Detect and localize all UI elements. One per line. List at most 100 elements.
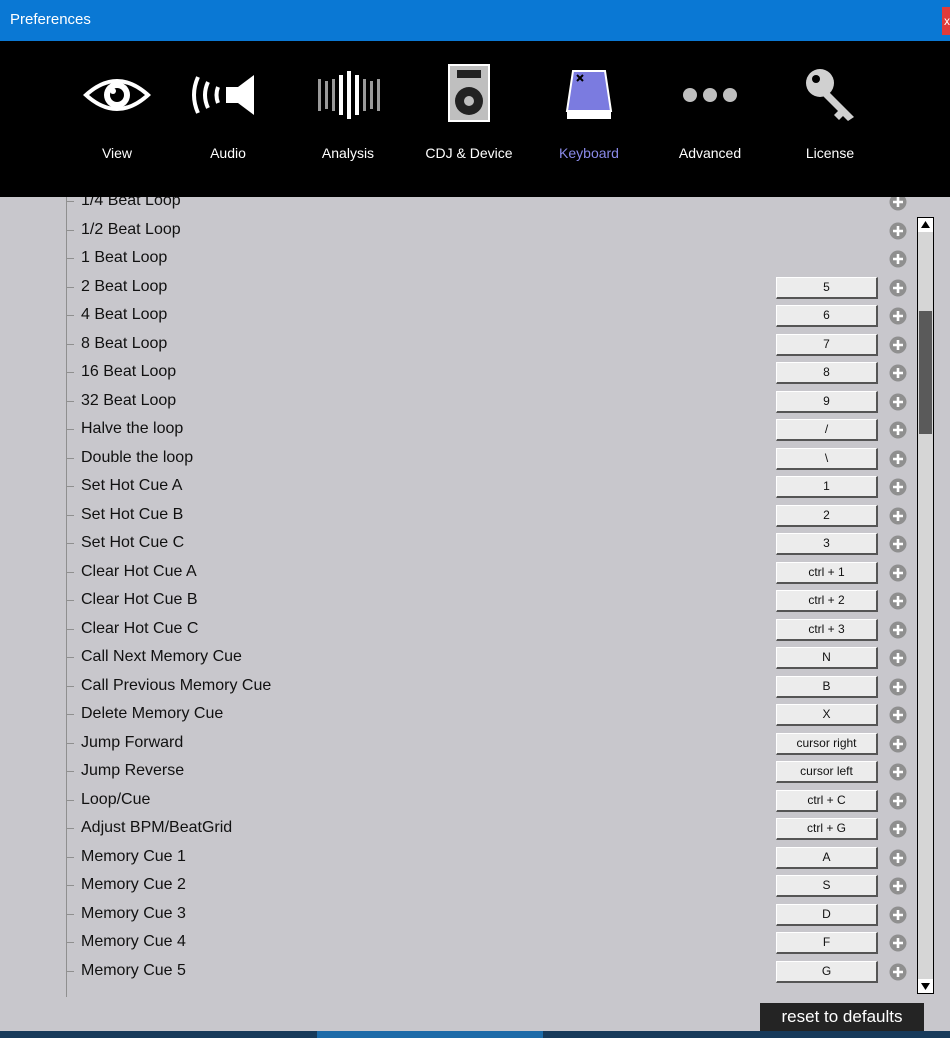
tab-audio-label: Audio: [210, 145, 246, 161]
shortcut-key-button[interactable]: A: [776, 846, 878, 869]
list-item[interactable]: Jump Reverse cursor left: [0, 758, 915, 787]
add-shortcut-icon[interactable]: [889, 706, 907, 724]
scroll-down-button[interactable]: [918, 979, 933, 993]
vertical-scrollbar[interactable]: [917, 217, 934, 994]
add-shortcut-icon[interactable]: [889, 279, 907, 297]
list-item[interactable]: Set Hot Cue A 1: [0, 473, 915, 502]
list-item[interactable]: 16 Beat Loop 8: [0, 359, 915, 388]
tab-cdj-device[interactable]: CDJ & Device: [409, 41, 529, 197]
shortcut-key-button[interactable]: ctrl + 1: [776, 561, 878, 584]
add-shortcut-icon[interactable]: [889, 307, 907, 325]
add-shortcut-icon[interactable]: [889, 906, 907, 924]
add-shortcut-icon[interactable]: [889, 564, 907, 582]
shortcut-key-button[interactable]: 5: [776, 276, 878, 299]
shortcut-key-button[interactable]: B: [776, 675, 878, 698]
scroll-up-button[interactable]: [918, 218, 933, 232]
add-shortcut-icon[interactable]: [889, 621, 907, 639]
shortcut-key-button[interactable]: 8: [776, 362, 878, 384]
list-item[interactable]: Set Hot Cue B 2: [0, 502, 915, 531]
add-shortcut-icon[interactable]: [889, 450, 907, 468]
shortcut-key-button[interactable]: 2: [776, 504, 878, 527]
shortcut-key-button[interactable]: D: [776, 903, 878, 926]
add-shortcut-icon[interactable]: [889, 678, 907, 696]
tree-connector: [66, 913, 74, 915]
shortcut-key-button[interactable]: ctrl + 2: [776, 590, 878, 612]
shortcut-key-button[interactable]: 9: [776, 390, 878, 413]
tab-audio[interactable]: Audio: [168, 41, 288, 197]
shortcut-key-button[interactable]: 3: [776, 533, 878, 555]
add-shortcut-icon[interactable]: [889, 649, 907, 667]
add-shortcut-icon[interactable]: [889, 421, 907, 439]
shortcut-label: 4 Beat Loop: [81, 306, 168, 323]
shortcut-label: Set Hot Cue A: [81, 477, 183, 494]
add-shortcut-icon[interactable]: [889, 250, 907, 268]
tab-view[interactable]: View: [57, 41, 177, 197]
list-item[interactable]: Clear Hot Cue B ctrl + 2: [0, 587, 915, 616]
list-item[interactable]: 1/2 Beat Loop: [0, 217, 915, 246]
add-shortcut-icon[interactable]: [889, 820, 907, 838]
shortcut-key-button[interactable]: 1: [776, 476, 878, 498]
add-shortcut-icon[interactable]: [889, 364, 907, 382]
add-shortcut-icon[interactable]: [889, 763, 907, 781]
key-icon: [806, 69, 854, 121]
shortcut-key-button[interactable]: cursor right: [776, 732, 878, 755]
list-item[interactable]: Set Hot Cue C 3: [0, 530, 915, 559]
shortcut-label: Memory Cue 4: [81, 933, 186, 950]
add-shortcut-icon[interactable]: [889, 478, 907, 496]
add-shortcut-icon[interactable]: [889, 877, 907, 895]
list-item[interactable]: Call Previous Memory Cue B: [0, 673, 915, 702]
add-shortcut-icon[interactable]: [889, 336, 907, 354]
list-item[interactable]: 1 Beat Loop: [0, 245, 915, 274]
shortcut-key-button[interactable]: S: [776, 875, 878, 897]
scroll-thumb[interactable]: [919, 311, 932, 434]
add-shortcut-icon[interactable]: [889, 535, 907, 553]
shortcut-key-button[interactable]: \: [776, 447, 878, 470]
list-item[interactable]: Loop/Cue ctrl + C: [0, 787, 915, 816]
tab-keyboard[interactable]: Keyboard: [529, 41, 649, 197]
shortcut-key-button[interactable]: cursor left: [776, 761, 878, 783]
add-shortcut-icon[interactable]: [889, 393, 907, 411]
list-item[interactable]: Memory Cue 1 A: [0, 844, 915, 873]
list-item[interactable]: Clear Hot Cue C ctrl + 3: [0, 616, 915, 645]
list-item[interactable]: 4 Beat Loop 6: [0, 302, 915, 331]
list-item[interactable]: Halve the loop /: [0, 416, 915, 445]
add-shortcut-icon[interactable]: [889, 222, 907, 240]
list-item[interactable]: Memory Cue 2 S: [0, 872, 915, 901]
list-item[interactable]: 1/4 Beat Loop: [0, 197, 915, 217]
add-shortcut-icon[interactable]: [889, 197, 907, 211]
list-item[interactable]: Adjust BPM/BeatGrid ctrl + G: [0, 815, 915, 844]
shortcut-key-button[interactable]: F: [776, 932, 878, 954]
list-item[interactable]: 8 Beat Loop 7: [0, 331, 915, 360]
add-shortcut-icon[interactable]: [889, 592, 907, 610]
list-item[interactable]: Clear Hot Cue A ctrl + 1: [0, 559, 915, 588]
list-item[interactable]: Delete Memory Cue X: [0, 701, 915, 730]
add-shortcut-icon[interactable]: [889, 934, 907, 952]
tab-license[interactable]: License: [770, 41, 890, 197]
shortcut-key-button[interactable]: /: [776, 419, 878, 441]
list-item[interactable]: Memory Cue 4 F: [0, 929, 915, 958]
list-item[interactable]: Memory Cue 5 G: [0, 958, 915, 987]
add-shortcut-icon[interactable]: [889, 792, 907, 810]
list-item[interactable]: Double the loop \: [0, 445, 915, 474]
shortcut-key-button[interactable]: 7: [776, 333, 878, 356]
list-item[interactable]: Memory Cue 3 D: [0, 901, 915, 930]
list-item[interactable]: Jump Forward cursor right: [0, 730, 915, 759]
tab-analysis[interactable]: Analysis: [288, 41, 408, 197]
shortcut-key-button[interactable]: 6: [776, 305, 878, 327]
add-shortcut-icon[interactable]: [889, 735, 907, 753]
reset-to-defaults-button[interactable]: reset to defaults: [760, 1003, 924, 1031]
add-shortcut-icon[interactable]: [889, 507, 907, 525]
close-button[interactable]: x: [942, 7, 950, 35]
tab-advanced[interactable]: Advanced: [650, 41, 770, 197]
shortcut-key-button[interactable]: ctrl + C: [776, 789, 878, 812]
shortcut-key-button[interactable]: ctrl + G: [776, 818, 878, 840]
list-item[interactable]: Call Next Memory Cue N: [0, 644, 915, 673]
add-shortcut-icon[interactable]: [889, 849, 907, 867]
list-item[interactable]: 32 Beat Loop 9: [0, 388, 915, 417]
add-shortcut-icon[interactable]: [889, 963, 907, 981]
list-item[interactable]: 2 Beat Loop 5: [0, 274, 915, 303]
shortcut-key-button[interactable]: G: [776, 960, 878, 983]
shortcut-key-button[interactable]: X: [776, 704, 878, 726]
shortcut-key-button[interactable]: ctrl + 3: [776, 618, 878, 641]
shortcut-key-button[interactable]: N: [776, 647, 878, 669]
